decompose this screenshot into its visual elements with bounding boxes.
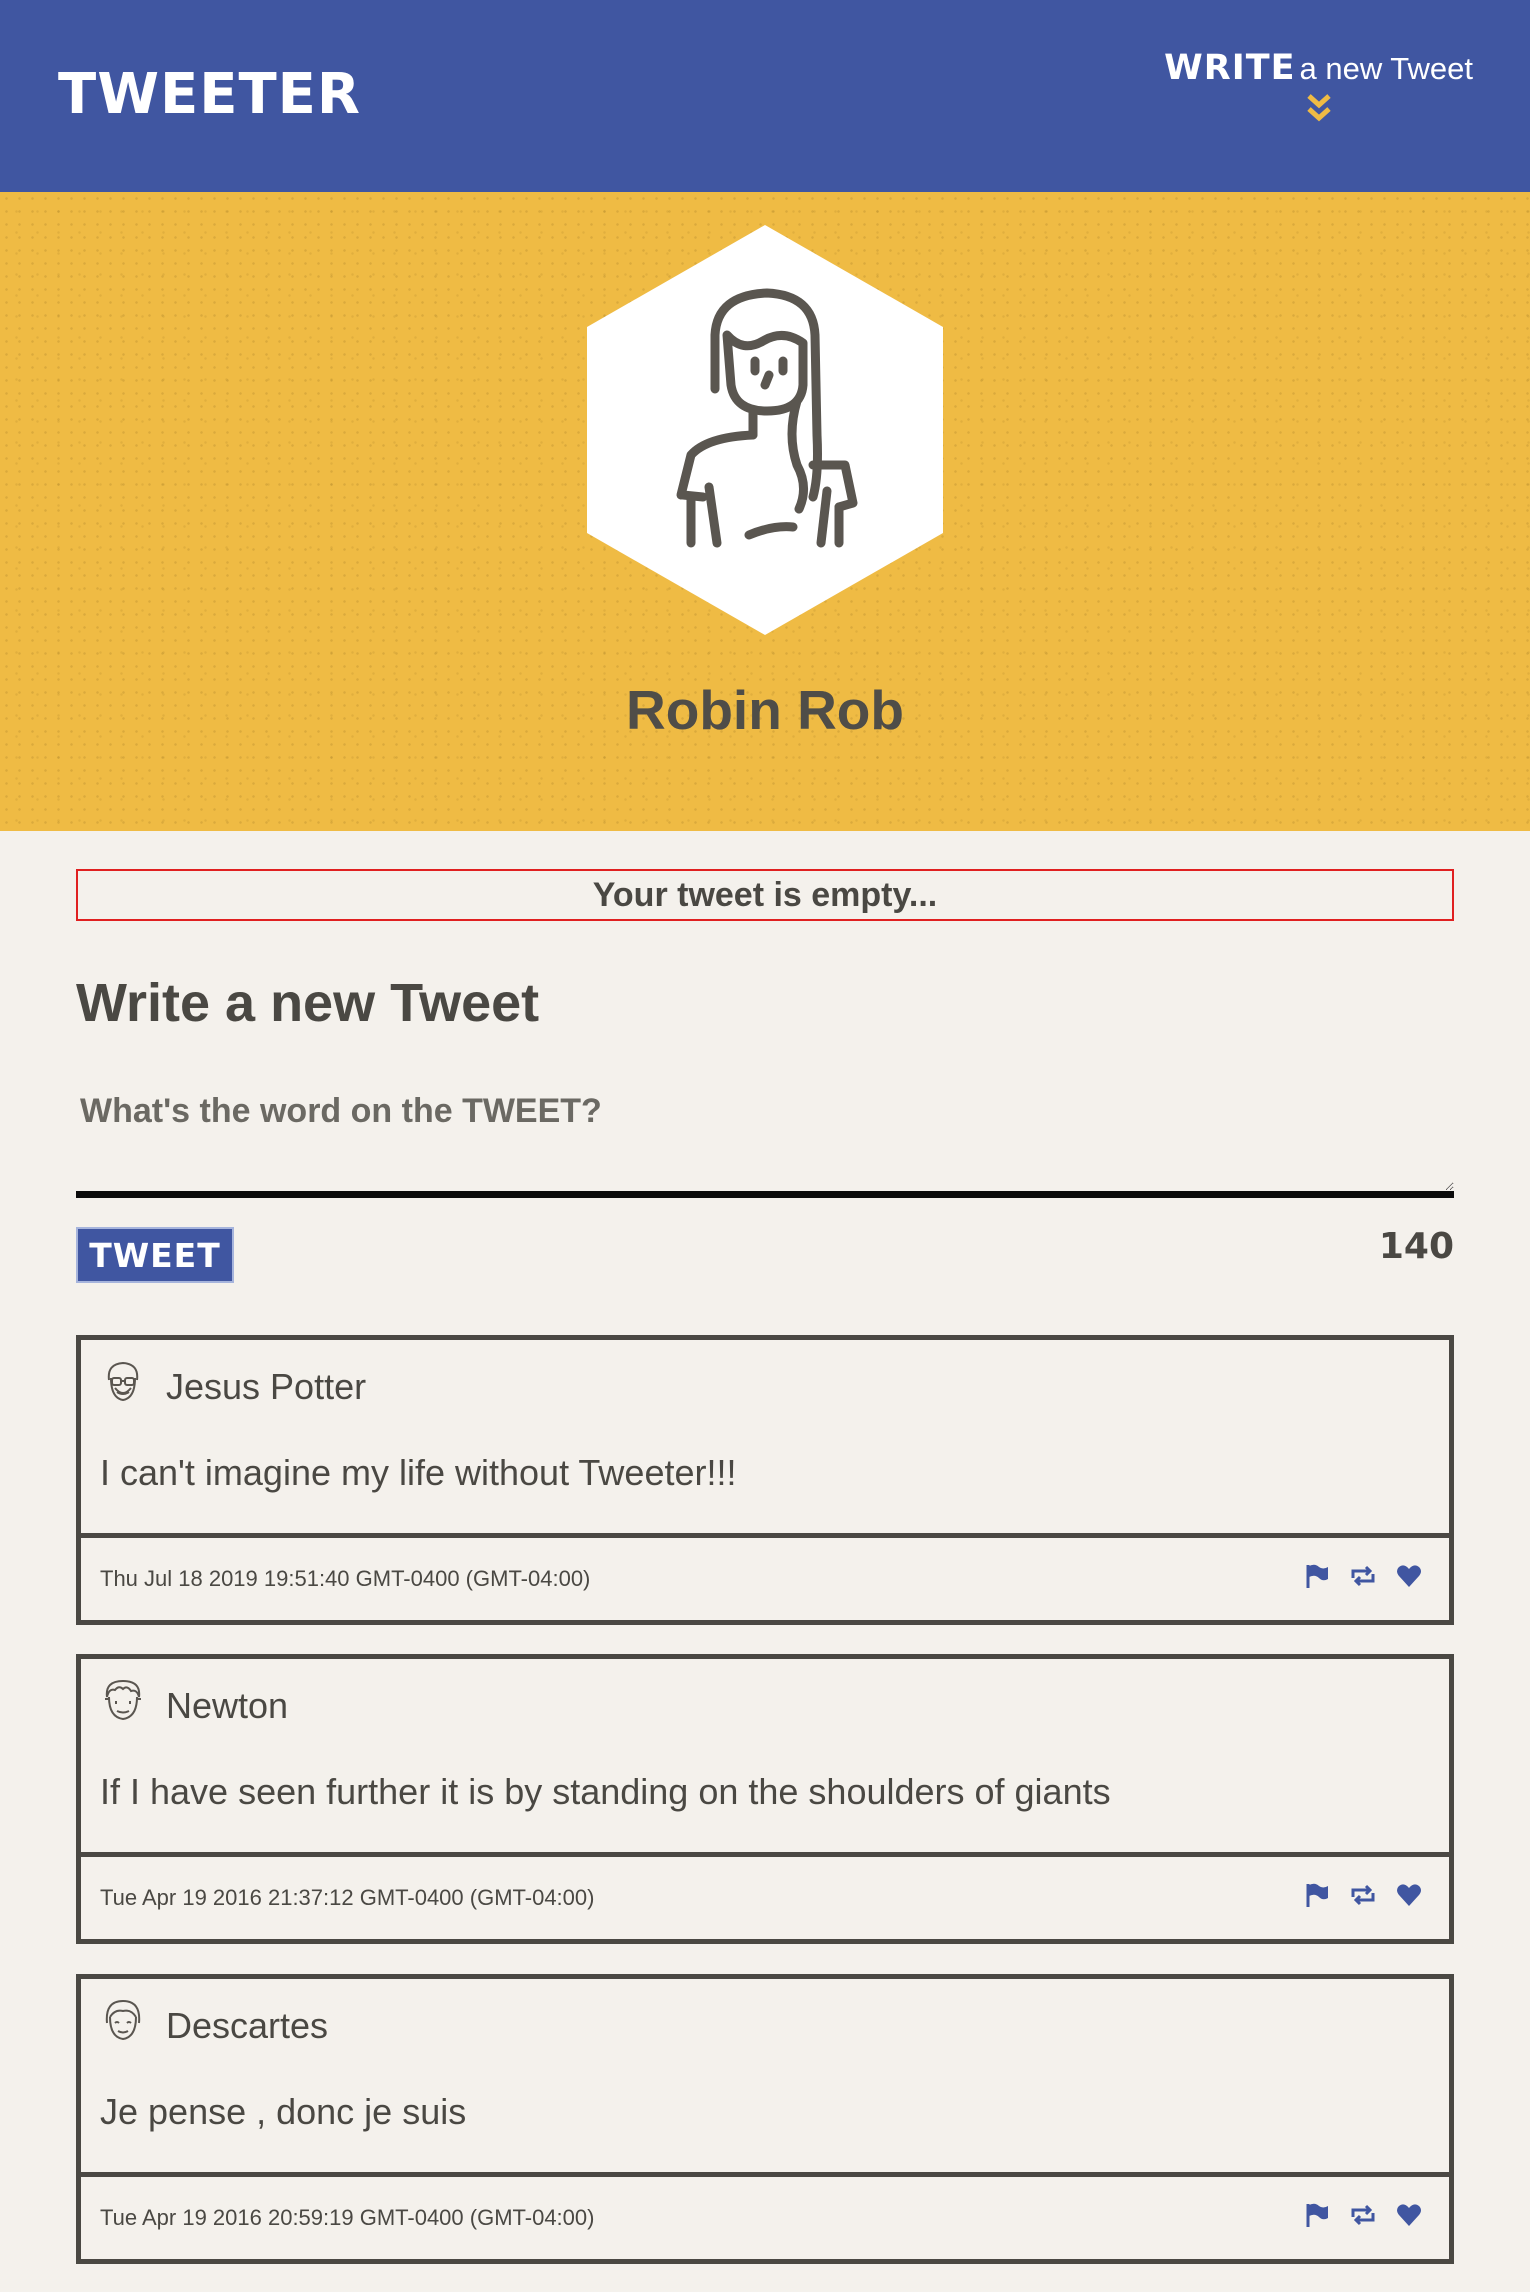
tweet-footer: Thu Jul 18 2019 19:51:40 GMT-0400 (GMT-0… — [81, 1538, 1449, 1620]
double-chevron-down-icon — [1306, 94, 1331, 122]
heart-icon[interactable] — [1395, 1881, 1423, 1909]
profile-banner: Robin Rob — [0, 192, 1530, 831]
tweet-body: Newton If I have seen further it is by s… — [81, 1659, 1449, 1857]
retweet-icon[interactable] — [1349, 1881, 1377, 1909]
tweet-timestamp: Tue Apr 19 2016 20:59:19 GMT-0400 (GMT-0… — [100, 2205, 595, 2230]
tweet-actions — [1303, 1562, 1423, 1590]
flag-icon[interactable] — [1303, 2201, 1331, 2229]
brand-logo[interactable]: TWEETER — [58, 62, 361, 127]
char-counter: 140 — [1378, 1226, 1454, 1267]
write-toggle-label: a new Tweet — [1299, 51, 1473, 86]
tweet-timestamp: Tue Apr 19 2016 21:37:12 GMT-0400 (GMT-0… — [100, 1885, 595, 1910]
tweet-card: Descartes Je pense , donc je suis Tue Ap… — [76, 1974, 1454, 2264]
tweet-actions — [1303, 1881, 1423, 1909]
tweet-author: Jesus Potter — [166, 1366, 367, 1407]
tweet-text: I can't imagine my life without Tweeter!… — [100, 1452, 737, 1493]
tweet-footer: Tue Apr 19 2016 20:59:19 GMT-0400 (GMT-0… — [81, 2177, 1449, 2259]
profile-name: Robin Rob — [626, 679, 904, 741]
tweet-actions — [1303, 2201, 1423, 2229]
tweet-submit-button[interactable]: TWEET — [76, 1227, 234, 1283]
tweet-input[interactable] — [76, 1086, 1454, 1198]
heart-icon[interactable] — [1395, 1562, 1423, 1590]
tweet-author: Descartes — [166, 2005, 329, 2046]
tweet-body: Jesus Potter I can't imagine my life wit… — [81, 1340, 1449, 1538]
tweet-text: Je pense , donc je suis — [100, 2091, 467, 2132]
woman-avatar-icon — [587, 225, 943, 635]
top-nav: TWEETER WRITE a new Tweet — [0, 0, 1530, 192]
write-tweet-toggle[interactable]: WRITE a new Tweet — [1164, 48, 1473, 124]
error-message: Your tweet is empty... — [76, 869, 1454, 921]
man-glasses-avatar-icon — [107, 1361, 139, 1402]
man-curly-avatar-icon — [105, 1679, 141, 1721]
tweet-author: Newton — [166, 1685, 289, 1726]
tweet-footer: Tue Apr 19 2016 21:37:12 GMT-0400 (GMT-0… — [81, 1857, 1449, 1939]
man-bangs-avatar-icon — [105, 1999, 141, 2041]
tweet-card: Jesus Potter I can't imagine my life wit… — [76, 1335, 1454, 1625]
write-toggle-bold-label: WRITE — [1164, 48, 1296, 88]
flag-icon[interactable] — [1303, 1562, 1331, 1590]
retweet-icon[interactable] — [1349, 2201, 1377, 2229]
tweet-card: Newton If I have seen further it is by s… — [76, 1654, 1454, 1944]
compose-title: Write a new Tweet — [76, 973, 540, 1033]
tweet-timestamp: Thu Jul 18 2019 19:51:40 GMT-0400 (GMT-0… — [100, 1566, 591, 1591]
flag-icon[interactable] — [1303, 1881, 1331, 1909]
tweet-body: Descartes Je pense , donc je suis — [81, 1979, 1449, 2177]
retweet-icon[interactable] — [1349, 1562, 1377, 1590]
tweet-text: If I have seen further it is by standing… — [100, 1771, 1111, 1812]
heart-icon[interactable] — [1395, 2201, 1423, 2229]
